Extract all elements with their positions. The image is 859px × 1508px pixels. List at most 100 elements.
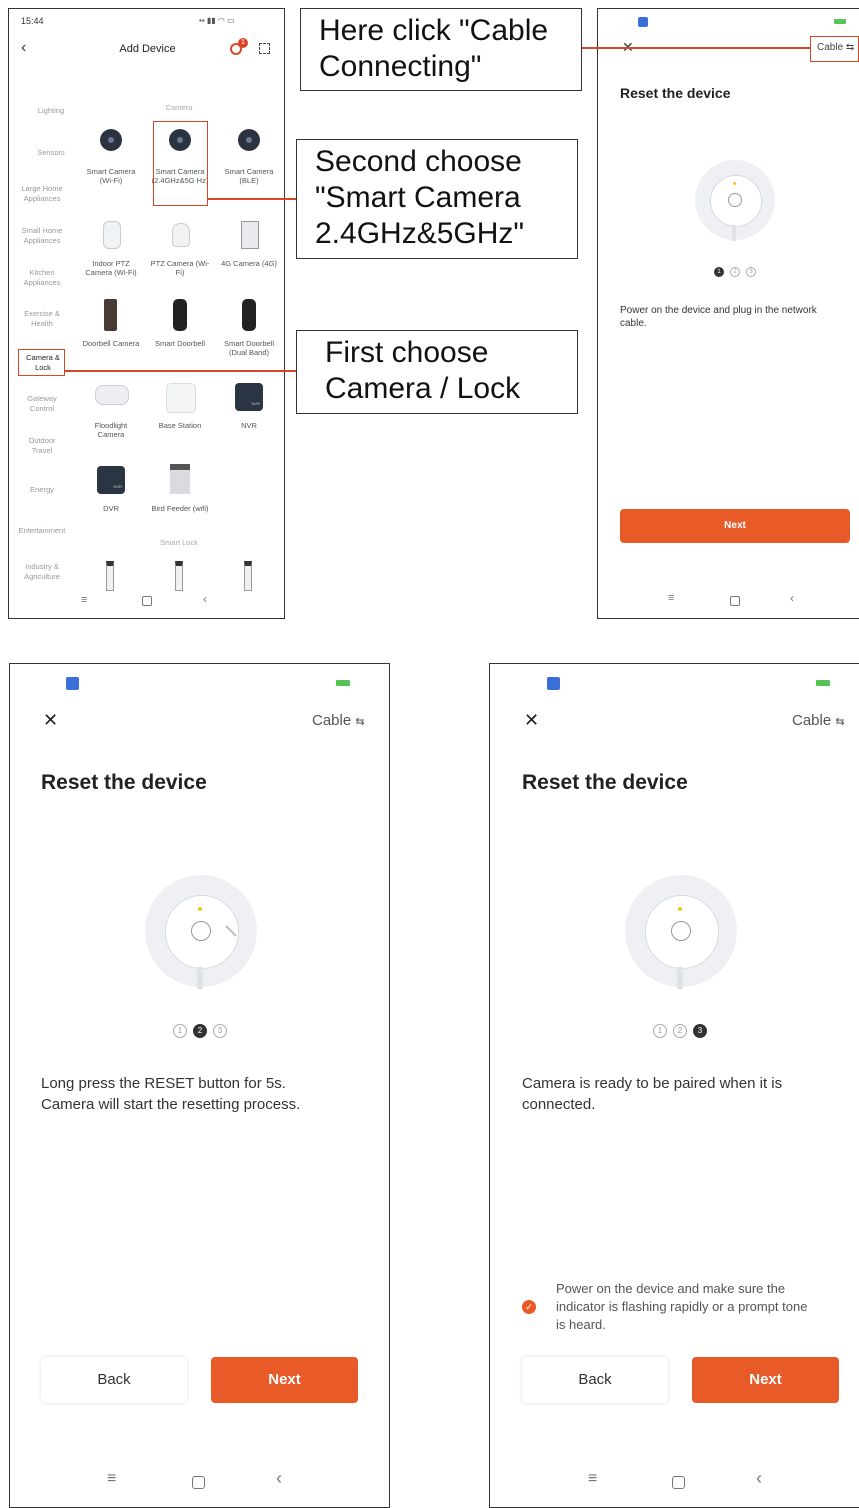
device-stand xyxy=(732,225,736,241)
back-button[interactable]: Back xyxy=(41,1357,187,1403)
cable-icon: ⇆ xyxy=(835,716,845,728)
next-button[interactable]: Next xyxy=(211,1357,358,1403)
cable-label: Cable xyxy=(792,712,832,729)
menu-icon[interactable]: ≡ xyxy=(107,1470,116,1488)
doorbell-icon xyxy=(242,299,256,331)
category-industry-agriculture[interactable]: Industry & Agriculture xyxy=(19,562,65,582)
cable-icon: ⇆ xyxy=(355,716,365,728)
instruction-text: Camera is ready to be paired when it is … xyxy=(522,1075,783,1113)
base-station-icon xyxy=(166,383,196,413)
close-icon[interactable]: ✕ xyxy=(524,710,539,731)
page-title: Reset the device xyxy=(522,771,688,794)
dvr-icon: DVR xyxy=(97,466,125,494)
highlight-camera-lock xyxy=(18,349,65,376)
category-gateway-control[interactable]: Gateway Control xyxy=(19,394,65,414)
device-label: NVR xyxy=(241,421,257,430)
menu-icon[interactable]: ≡ xyxy=(81,594,87,606)
doorbell-icon xyxy=(104,299,117,331)
reset-device-screen-step1: ✕ Cable ⇆ Reset the device 1 2 3 Power o… xyxy=(597,8,859,619)
home-icon[interactable] xyxy=(192,1476,205,1489)
back-icon[interactable]: ‹ xyxy=(756,1468,762,1489)
close-icon[interactable]: ✕ xyxy=(43,710,58,731)
cable-button[interactable]: Cable ⇆ xyxy=(792,712,845,729)
page-title: Reset the device xyxy=(620,85,731,101)
dvr-icon-text: DVR xyxy=(113,484,122,489)
add-device-screen: 15:44 ▪▪ ▮▮ ◠ ▭ ‹ Add Device 1 Lighting … xyxy=(8,8,285,619)
camera-icon xyxy=(100,129,122,151)
category-large-home-appliances[interactable]: Large Home Appliances xyxy=(19,184,65,204)
device-label: PTZ Camera (Wi-Fi) xyxy=(150,259,210,277)
step-3: 3 xyxy=(693,1024,707,1038)
battery-icon xyxy=(816,680,830,686)
cable-button[interactable]: Cable ⇆ xyxy=(312,712,365,729)
back-icon[interactable]: ‹ xyxy=(203,592,207,606)
device-label: Smart Camera (Wi-Fi) xyxy=(86,167,136,185)
category-exercise-health[interactable]: Exercise & Health xyxy=(19,309,65,329)
app-icon xyxy=(547,677,560,690)
device-label: Smart Doorbell (Dual Band) xyxy=(223,339,275,357)
category-outdoor-travel[interactable]: Outdoor Travel xyxy=(19,436,65,456)
camera-icon xyxy=(238,129,260,151)
device-stand xyxy=(677,967,683,989)
step-2: 2 xyxy=(673,1024,687,1038)
category-small-home-appliances[interactable]: Small Home Appliances xyxy=(19,226,65,246)
device-lens xyxy=(671,921,691,941)
device-lens xyxy=(191,921,211,941)
device-indicator-led xyxy=(733,182,736,185)
instruction-text: Long press the RESET button for 5s. Came… xyxy=(41,1075,301,1113)
connector-line xyxy=(582,47,810,49)
battery-icon xyxy=(336,680,350,686)
lock-icon[interactable] xyxy=(244,561,252,591)
back-button[interactable]: Back xyxy=(522,1357,668,1403)
home-icon[interactable] xyxy=(142,596,152,606)
check-icon[interactable]: ✓ xyxy=(522,1300,536,1314)
floodlight-icon xyxy=(95,385,129,405)
category-lighting[interactable]: Lighting xyxy=(15,106,87,116)
menu-icon[interactable]: ≡ xyxy=(668,592,674,604)
nvr-icon-text: NVR xyxy=(251,401,260,406)
device-indicator-led xyxy=(198,907,202,911)
device-label: DVR xyxy=(103,504,119,513)
device-label: Doorbell Camera xyxy=(82,339,140,348)
category-energy[interactable]: Energy xyxy=(19,485,65,495)
step-indicator: 1 2 3 xyxy=(653,1024,707,1038)
nvr-icon: NVR xyxy=(235,383,263,411)
next-button[interactable]: Next xyxy=(620,509,850,543)
section-camera: Camera xyxy=(165,103,193,112)
bird-feeder-icon xyxy=(170,464,190,494)
lock-icon[interactable] xyxy=(175,561,183,591)
device-lens xyxy=(728,193,742,207)
doorbell-icon xyxy=(173,299,187,331)
step-3: 3 xyxy=(213,1024,227,1038)
back-icon[interactable]: ‹ xyxy=(276,1468,282,1489)
category-entertainment[interactable]: Entertainment xyxy=(9,526,75,536)
callout-first-choose: First choose Camera / Lock xyxy=(296,330,578,414)
device-label: Indoor PTZ Camera (Wi-Fi) xyxy=(85,259,137,277)
notification-badge: 1 xyxy=(238,38,248,48)
back-icon[interactable]: ‹ xyxy=(790,591,794,605)
battery-icon xyxy=(834,19,846,24)
callout-cable-connecting: Here click "Cable Connecting" xyxy=(300,8,582,91)
ptz-camera-icon xyxy=(172,223,190,247)
reset-device-screen-step3: ✕ Cable ⇆ Reset the device 1 2 3 Camera … xyxy=(489,663,859,1508)
step-1: 1 xyxy=(653,1024,667,1038)
home-icon[interactable] xyxy=(672,1476,685,1489)
lock-icon[interactable] xyxy=(106,561,114,591)
step-indicator: 1 2 3 xyxy=(173,1024,227,1038)
status-time: 15:44 xyxy=(21,16,44,26)
step-1: 1 xyxy=(714,267,724,277)
step-3: 3 xyxy=(746,267,756,277)
confirm-text: Power on the device and make sure the in… xyxy=(556,1281,808,1332)
status-icons: ▪▪ ▮▮ ◠ ▭ xyxy=(199,16,235,25)
reset-device-screen-step2: ✕ Cable ⇆ Reset the device 1 2 3 Long pr… xyxy=(9,663,390,1508)
device-indicator-led xyxy=(678,907,682,911)
next-button[interactable]: Next xyxy=(692,1357,839,1403)
section-smart-lock: Smart Lock xyxy=(160,538,198,547)
callout-second-choose: Second choose "Smart Camera 2.4GHz&5GHz" xyxy=(296,139,578,259)
scan-icon[interactable] xyxy=(259,43,270,54)
home-icon[interactable] xyxy=(730,596,740,606)
category-kitchen-appliances[interactable]: Kitchen Appliances xyxy=(19,268,65,288)
4g-camera-icon xyxy=(241,221,259,249)
category-sensors[interactable]: Sensors xyxy=(15,148,87,158)
menu-icon[interactable]: ≡ xyxy=(588,1470,597,1488)
